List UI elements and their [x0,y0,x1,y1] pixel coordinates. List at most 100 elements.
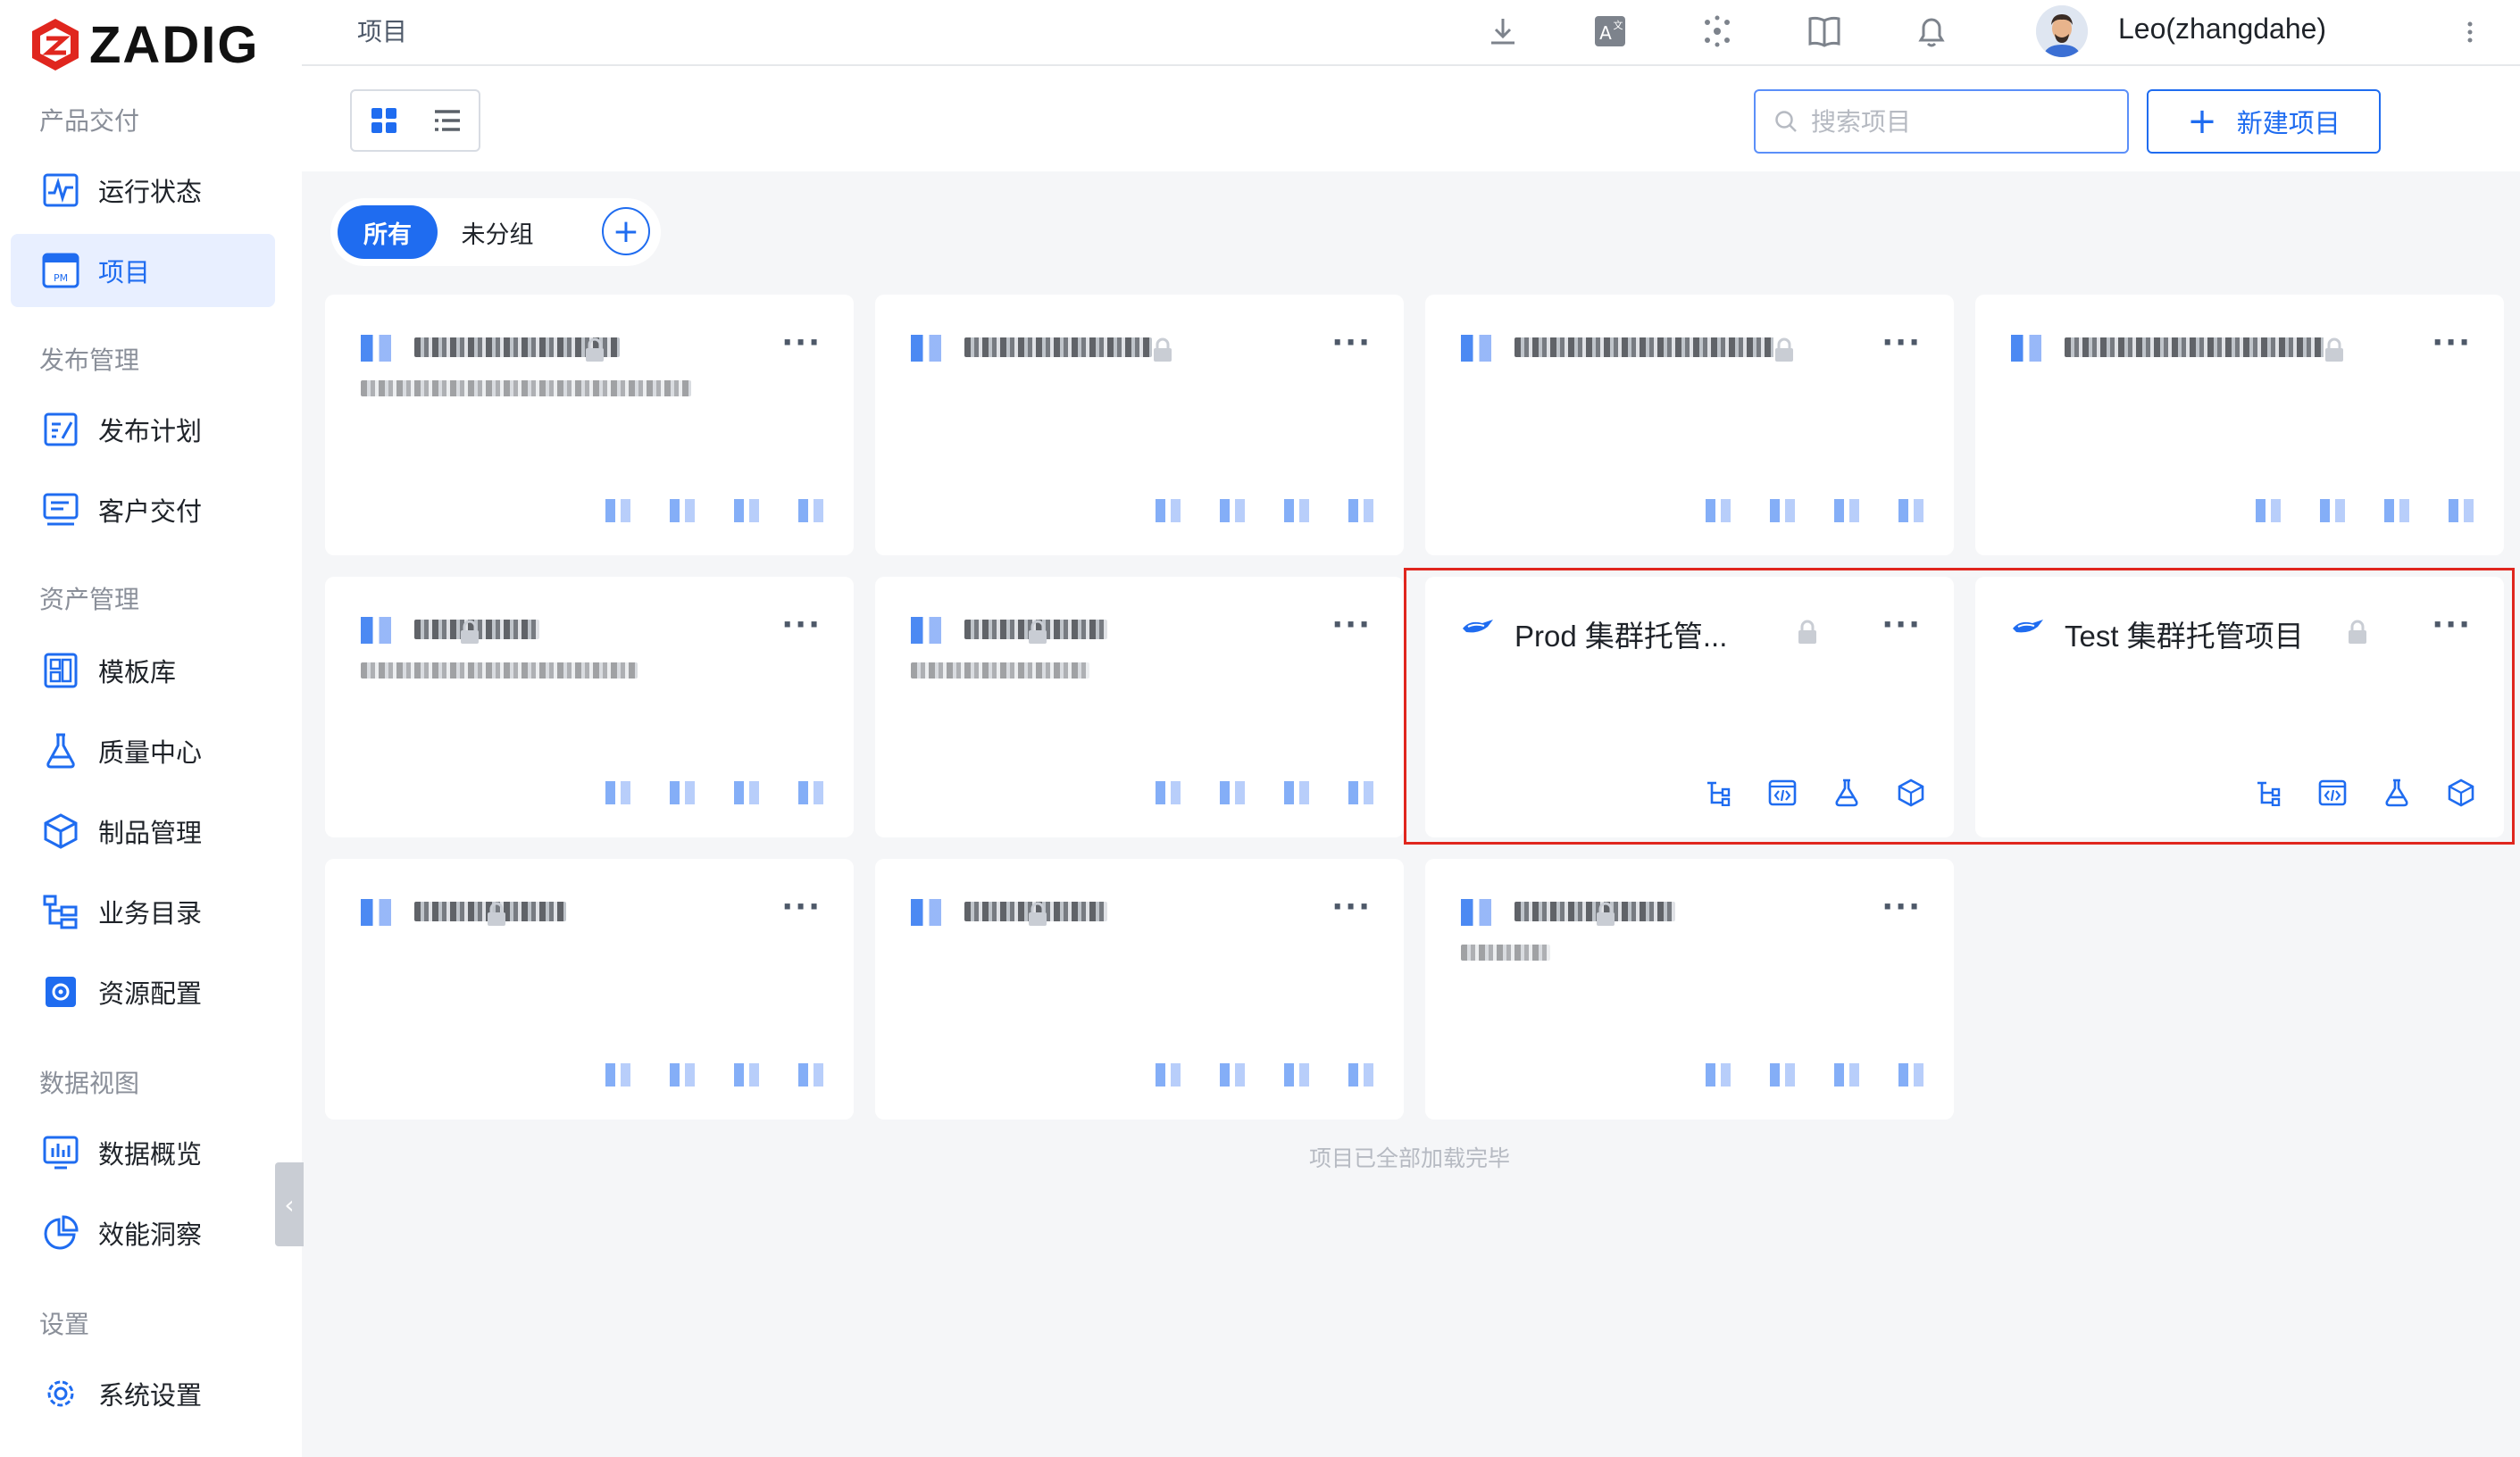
list-view-button[interactable] [415,91,479,150]
more-options-icon[interactable]: ··· [781,325,822,361]
flask-icon[interactable] [1279,493,1314,529]
cube-icon[interactable] [1893,775,1929,811]
grid-view-button[interactable] [352,91,415,150]
code-window-icon[interactable] [1765,493,1800,529]
code-window-icon[interactable] [2315,493,2350,529]
more-options-icon[interactable]: ··· [1331,325,1372,361]
tab-ungrouped[interactable]: 未分组 [445,205,550,259]
code-window-icon[interactable] [664,775,700,811]
more-options-icon[interactable]: ··· [1882,607,1922,643]
avatar[interactable] [2036,5,2088,57]
flask-icon[interactable] [729,493,764,529]
cube-icon[interactable] [2443,775,2479,811]
cube-icon[interactable] [2443,493,2479,529]
sidebar-item-release-plan[interactable]: 发布计划 [11,393,275,466]
project-card[interactable]: ··· [1425,295,1954,555]
more-options-icon[interactable]: ··· [781,889,822,925]
sidebar-item-quality[interactable]: 质量中心 [11,714,275,787]
code-window-icon[interactable] [664,493,700,529]
docs-book-icon[interactable] [1804,11,1845,52]
project-card[interactable]: ··· [875,577,1404,837]
workflow-tree-icon[interactable] [600,493,636,529]
sidebar-collapse-button[interactable]: ‹ [275,1162,304,1246]
code-window-icon[interactable] [1214,493,1250,529]
plugins-icon[interactable] [1697,11,1738,52]
code-window-icon[interactable] [1765,775,1800,811]
more-options-icon[interactable]: ··· [1331,889,1372,925]
sidebar-item-status[interactable]: 运行状态 [11,154,275,227]
more-options-icon[interactable]: ··· [1331,607,1372,643]
search-input[interactable] [1809,105,2116,137]
bell-icon[interactable] [1911,11,1952,52]
sidebar-item-artifacts[interactable]: 制品管理 [11,795,275,868]
cube-icon[interactable] [793,1057,829,1093]
cube-icon[interactable] [793,493,829,529]
workflow-tree-icon[interactable] [1150,1057,1186,1093]
sidebar-item-insights[interactable]: 效能洞察 [11,1196,275,1270]
workflow-tree-icon[interactable] [1150,493,1186,529]
new-project-button[interactable]: + 新建项目 [2147,89,2381,154]
cube-icon[interactable] [793,775,829,811]
workflow-tree-icon[interactable] [600,1057,636,1093]
translate-icon[interactable]: A文 [1590,11,1631,52]
workflow-tree-icon[interactable] [1700,493,1736,529]
code-window-icon[interactable] [1765,1057,1800,1093]
code-window-icon[interactable] [1214,1057,1250,1093]
logo[interactable]: ZADIG [30,16,259,74]
project-title[interactable] [964,330,1152,357]
flask-icon[interactable] [2379,493,2415,529]
username[interactable]: Leo(zhangdahe) [2118,12,2326,46]
cube-icon[interactable] [1343,493,1379,529]
sidebar-item-projects[interactable]: PM 项目 [11,234,275,307]
search-box[interactable] [1754,89,2129,154]
workflow-tree-icon[interactable] [1700,775,1736,811]
project-card[interactable]: ··· [875,295,1404,555]
code-window-icon[interactable] [1214,775,1250,811]
project-card[interactable]: ··· [875,859,1404,1120]
project-card[interactable]: ··· [325,577,854,837]
project-card[interactable]: ··· [1425,859,1954,1120]
project-card[interactable]: ··· [1975,295,2504,555]
sidebar-item-data-overview[interactable]: 数据概览 [11,1116,275,1189]
flask-icon[interactable] [1279,1057,1314,1093]
project-title[interactable]: Prod 集群托管... [1515,612,1727,655]
code-window-icon[interactable] [2315,775,2350,811]
cube-icon[interactable] [1343,1057,1379,1093]
project-title[interactable] [1515,330,1773,357]
project-card[interactable]: ··· [325,295,854,555]
flask-icon[interactable] [2379,775,2415,811]
flask-icon[interactable] [729,1057,764,1093]
project-card[interactable]: Prod 集群托管... ··· [1425,577,1954,837]
download-icon[interactable] [1482,11,1523,52]
workflow-tree-icon[interactable] [600,775,636,811]
cube-icon[interactable] [1893,1057,1929,1093]
project-title[interactable] [2065,330,2324,357]
sidebar-item-catalog[interactable]: 业务目录 [11,875,275,948]
project-card[interactable]: ··· [325,859,854,1120]
more-options-icon[interactable]: ··· [781,607,822,643]
workflow-tree-icon[interactable] [2250,775,2286,811]
code-window-icon[interactable] [664,1057,700,1093]
more-options-icon[interactable]: ··· [1882,889,1922,925]
sidebar-item-resources[interactable]: 资源配置 [11,955,275,1028]
flask-icon[interactable] [729,775,764,811]
tab-all[interactable]: 所有 [338,205,438,259]
sidebar-item-system-settings[interactable]: 系统设置 [11,1357,275,1430]
more-vertical-icon[interactable] [2461,14,2479,50]
workflow-tree-icon[interactable] [2250,493,2286,529]
flask-icon[interactable] [1829,775,1865,811]
workflow-tree-icon[interactable] [1150,775,1186,811]
add-group-button[interactable]: + [602,207,650,255]
workflow-tree-icon[interactable] [1700,1057,1736,1093]
flask-icon[interactable] [1829,1057,1865,1093]
flask-icon[interactable] [1279,775,1314,811]
more-options-icon[interactable]: ··· [1882,325,1922,361]
cube-icon[interactable] [1893,493,1929,529]
more-options-icon[interactable]: ··· [2432,325,2472,361]
project-card[interactable]: Test 集群托管项目 ··· [1975,577,2504,837]
cube-icon[interactable] [1343,775,1379,811]
sidebar-item-customer-delivery[interactable]: 客户交付 [11,473,275,546]
project-title[interactable]: Test 集群托管项目 [2065,612,2304,655]
more-options-icon[interactable]: ··· [2432,607,2472,643]
sidebar-item-templates[interactable]: 模板库 [11,634,275,707]
